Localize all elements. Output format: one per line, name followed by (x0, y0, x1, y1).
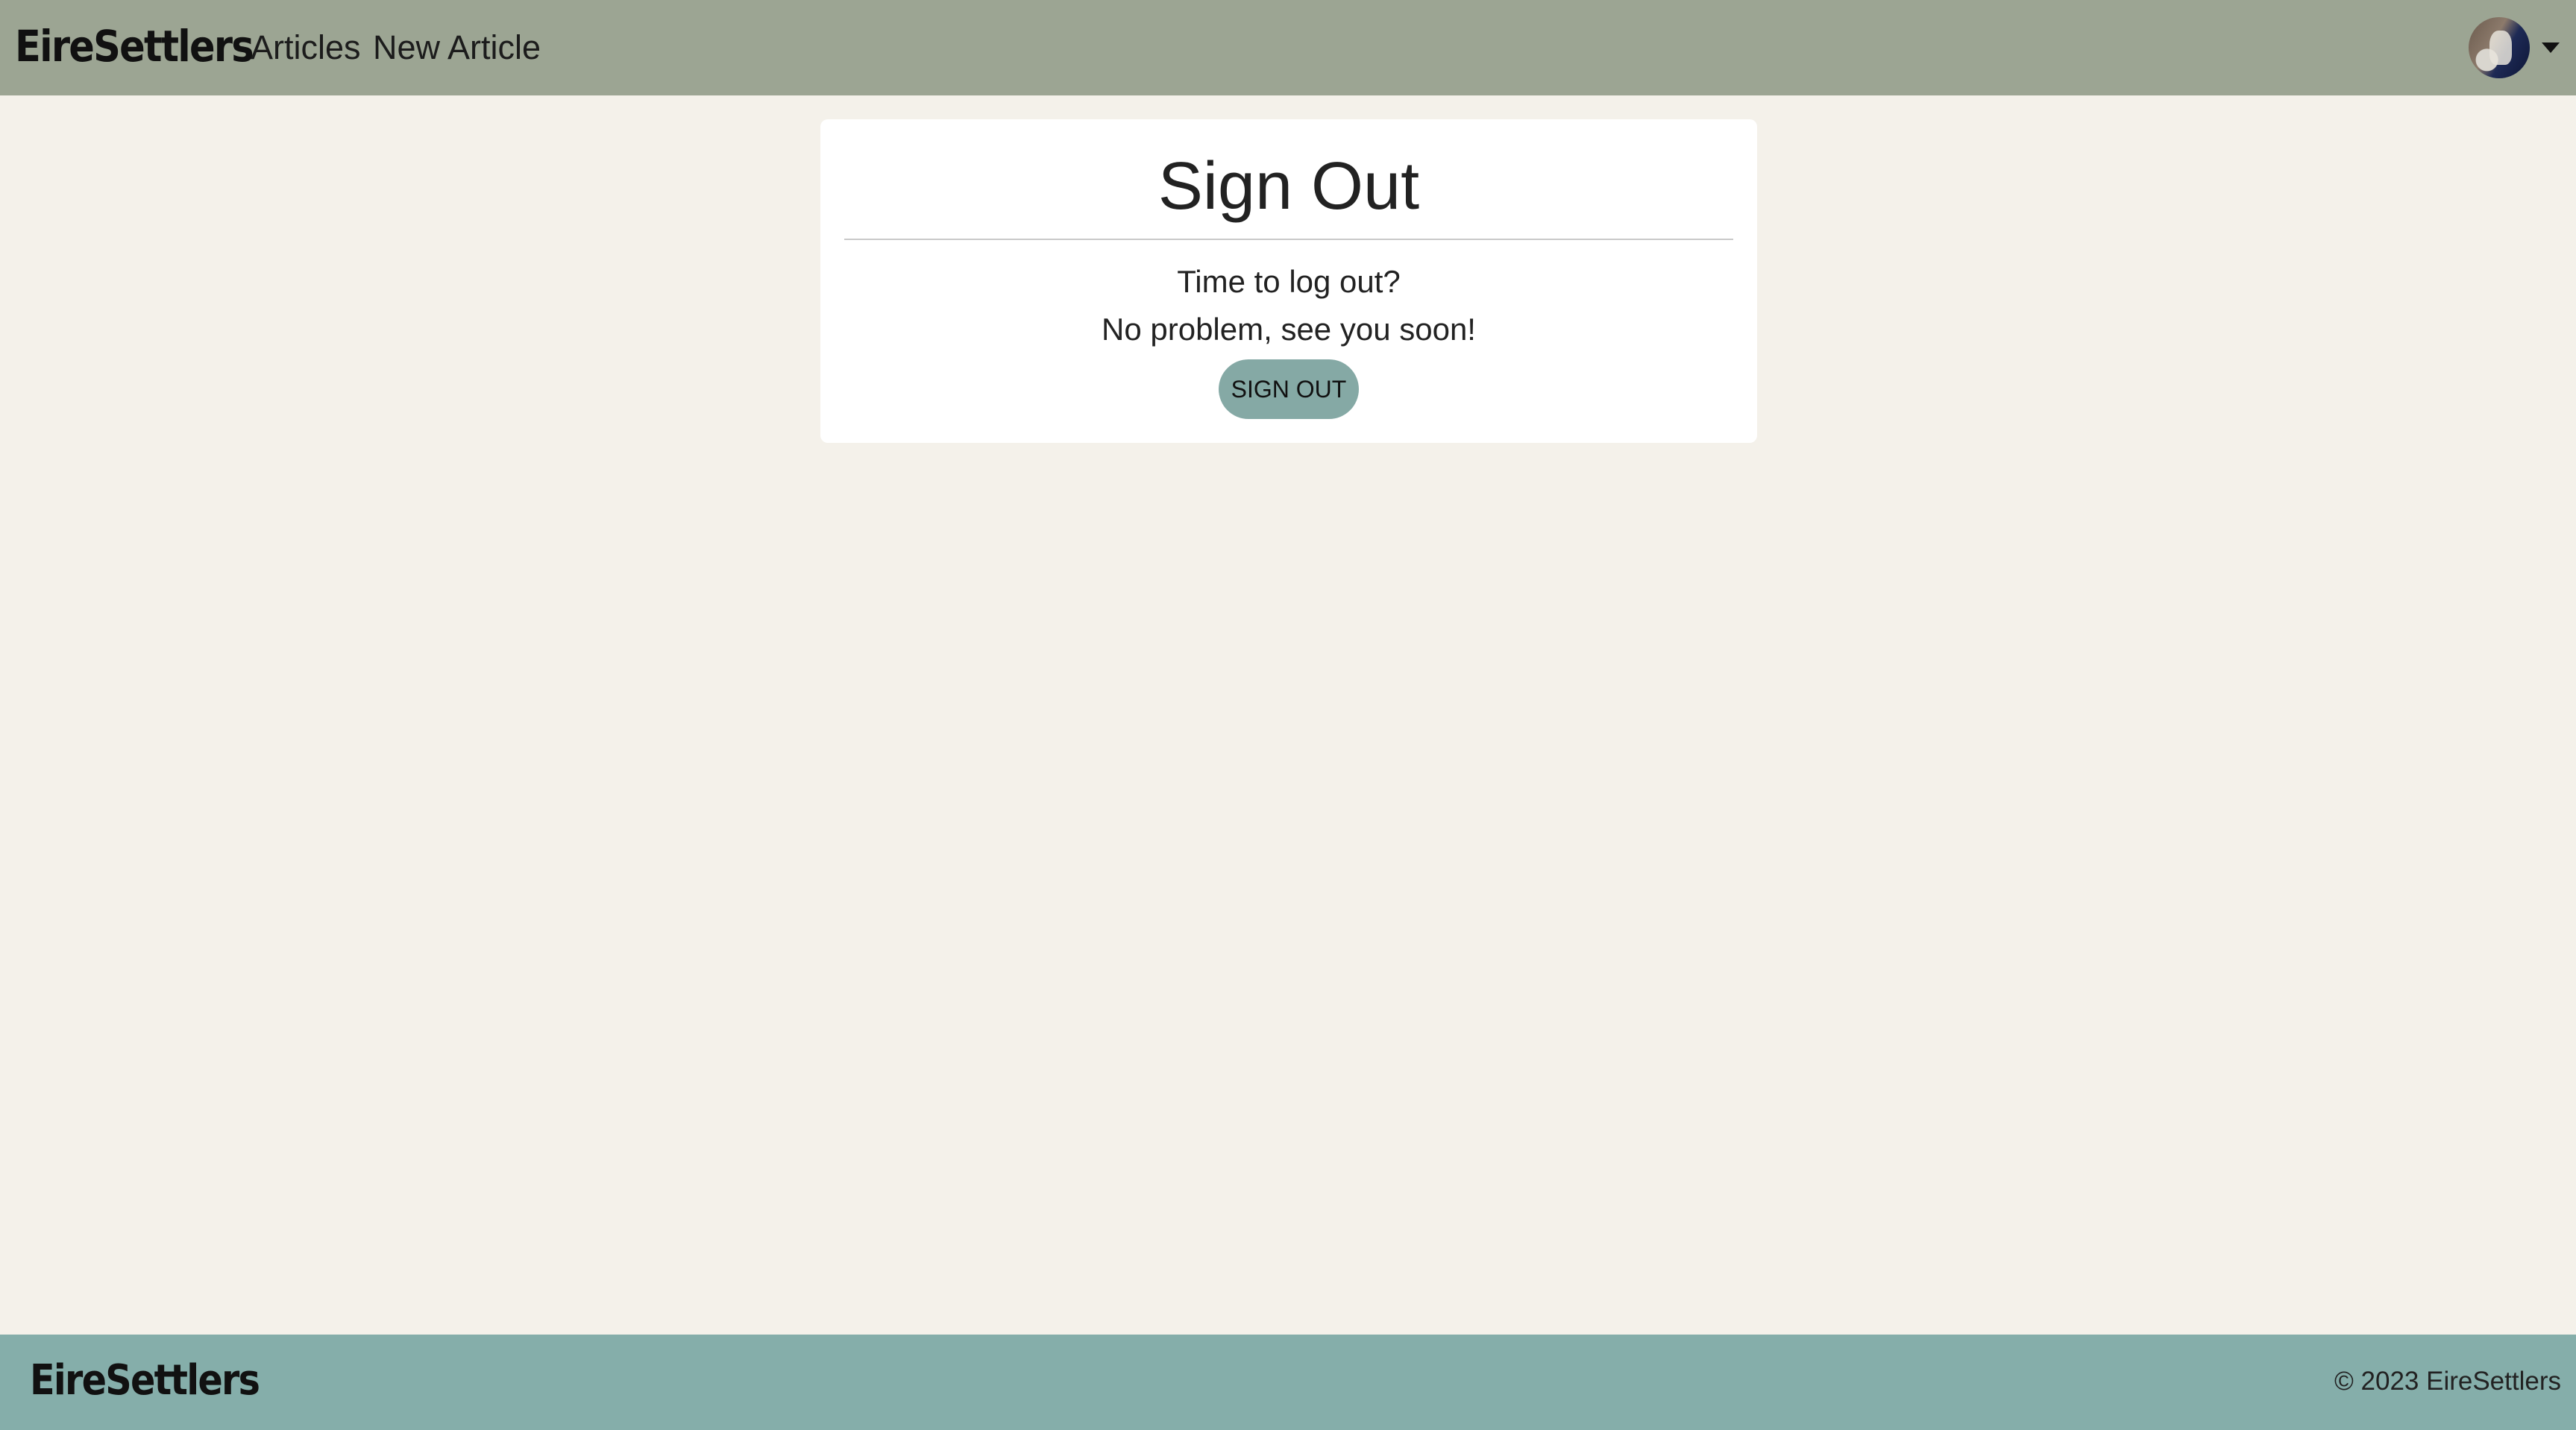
user-menu-toggle[interactable] (2469, 16, 2560, 79)
sign-out-button[interactable]: SIGN OUT (1219, 359, 1359, 419)
sign-out-card: Sign Out Time to log out? No problem, se… (820, 119, 1757, 443)
footer: EireSettlers © 2023 EireSettlers (0, 1335, 2576, 1430)
sign-out-question: Time to log out? (1177, 264, 1401, 299)
footer-brand-link[interactable]: EireSettlers (30, 1351, 260, 1411)
caret-down-icon[interactable] (2542, 42, 2560, 53)
avatar[interactable] (2469, 17, 2530, 78)
footer-copyright: © 2023 EireSettlers (2334, 1367, 2561, 1396)
page-title: Sign Out (1157, 149, 1420, 224)
nav-link-articles[interactable]: Articles (251, 24, 361, 72)
brand-logo-link[interactable]: EireSettlers (15, 16, 254, 76)
sign-out-message: No problem, see you soon! (1102, 312, 1476, 347)
nav-link-new-article[interactable]: New Article (373, 24, 541, 72)
top-navbar: EireSettlers Articles New Article (0, 0, 2576, 95)
divider (844, 239, 1733, 240)
